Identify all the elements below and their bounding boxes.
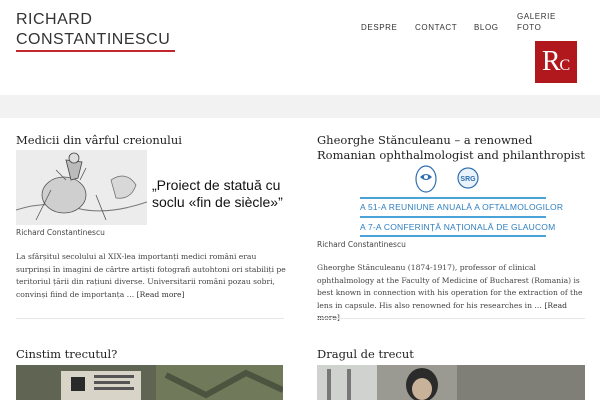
banner-bar bbox=[360, 216, 546, 218]
post-card: Gheorghe Stănculeanu – a renowned Romani… bbox=[317, 133, 587, 163]
title-underline bbox=[16, 50, 175, 52]
post-image[interactable] bbox=[16, 365, 283, 400]
post-excerpt: La sfârșitul secolului al XIX-lea import… bbox=[16, 252, 286, 299]
site-logo[interactable]: RC bbox=[535, 41, 577, 83]
post-divider bbox=[317, 318, 585, 319]
post-excerpt: Gheorghe Stănculeanu (1874-1917), profes… bbox=[317, 262, 587, 325]
srg-logo-icon: SRG bbox=[457, 167, 479, 189]
post-title[interactable]: Cinstim trecutul? bbox=[16, 347, 284, 362]
svg-text:SRG: SRG bbox=[460, 176, 476, 183]
nav-item-galerie-foto[interactable]: GALERIE FOTO bbox=[517, 11, 557, 33]
nav-item-despre[interactable]: DESPRE bbox=[361, 22, 398, 33]
main-nav: DESPRE CONTACT BLOG GALERIE FOTO bbox=[0, 8, 600, 48]
image-caption: Richard Constantinescu bbox=[16, 228, 105, 237]
post-card: Cinstim trecutul? bbox=[16, 347, 284, 362]
post-image[interactable]: „Proiect de statuă cu soclu «fin de sièc… bbox=[16, 150, 284, 230]
site-header: RICHARD CONSTANTINESCU DESPRE CONTACT BL… bbox=[0, 0, 600, 95]
banner-bar bbox=[360, 197, 546, 199]
banner-line-1: A 51-A REUNIUNE ANUALĂ A OFTALMOLOGILOR bbox=[360, 202, 564, 212]
nav-item-contact[interactable]: CONTACT bbox=[415, 22, 457, 33]
post-title[interactable]: Medicii din vârful creionului bbox=[16, 133, 284, 148]
banner-bar bbox=[360, 235, 546, 237]
nav-item-blog[interactable]: BLOG bbox=[474, 22, 499, 33]
conference-emblem-icon bbox=[415, 165, 437, 193]
post-card: Medicii din vârful creionului bbox=[16, 133, 284, 148]
header-band bbox=[0, 95, 600, 118]
post-image[interactable]: SRG A 51-A REUNIUNE ANUALĂ A OFTALMOLOGI… bbox=[317, 160, 585, 240]
read-more-link[interactable]: [Read more] bbox=[137, 290, 185, 299]
image-quote-text: „Proiect de statuă cu soclu «fin de sièc… bbox=[152, 177, 283, 210]
sketch-illustration bbox=[16, 150, 147, 225]
image-caption: Richard Constantinescu bbox=[317, 240, 406, 249]
post-divider bbox=[16, 318, 284, 319]
post-title[interactable]: Gheorghe Stănculeanu – a renowned Romani… bbox=[317, 133, 587, 163]
post-card: Dragul de trecut bbox=[317, 347, 585, 362]
post-title[interactable]: Dragul de trecut bbox=[317, 347, 585, 362]
post-image[interactable] bbox=[317, 365, 585, 400]
banner-line-2: A 7-A CONFERINȚĂ NAȚIONALĂ DE GLAUCOM bbox=[360, 222, 556, 232]
